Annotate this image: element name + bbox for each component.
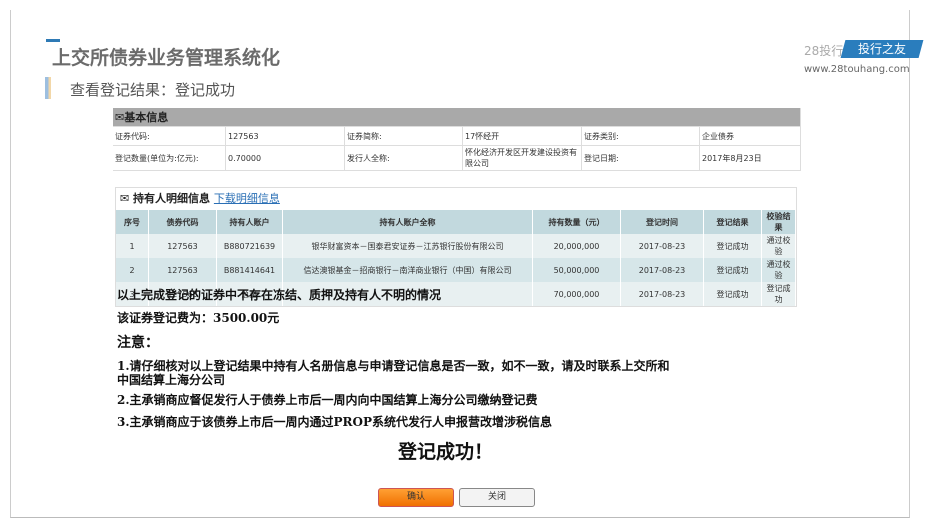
cell: 127563: [148, 234, 217, 258]
column-header: 校验结果: [761, 210, 796, 234]
label: 证券代码:: [113, 126, 226, 146]
subtitle-accent: [45, 77, 51, 99]
mail-icon: ✉: [115, 111, 125, 124]
logo-brand: 28投行: [804, 44, 844, 58]
label: 登记数量(单位为:亿元):: [113, 145, 226, 171]
cell: 银华财富资本－国泰君安证券－江苏银行股份有限公司: [282, 234, 533, 258]
download-details-link[interactable]: 下载明细信息: [214, 192, 280, 205]
notice-1-cont: 中国结算上海分公司: [117, 373, 226, 387]
cell: 信达澳银基金－招商银行－南洋商业银行（中国）有限公司: [282, 258, 533, 282]
cell: 登记成功: [703, 234, 762, 258]
notice-2: 2.主承销商应督促发行人于债券上市后一周内向中国结算上海分公司缴纳登记费: [117, 393, 538, 407]
cell: 通过校验: [761, 234, 796, 258]
column-header: 持有数量（元）: [532, 210, 621, 234]
cell: 通过校验: [761, 258, 796, 282]
close-button[interactable]: 关闭: [459, 488, 535, 507]
status-text: 以上完成登记的证券中不存在冻结、质押及持有人不明的情况: [117, 288, 442, 302]
cell: 50,000,000: [532, 258, 621, 282]
value: 17怀经开: [462, 126, 582, 146]
logo-tag-text: 投行之友: [857, 42, 906, 56]
cell: 20,000,000: [532, 234, 621, 258]
logo-url: www.28touhang.com: [804, 64, 910, 75]
cell: 70,000,000: [532, 282, 621, 306]
table-row: 登记数量(单位为:亿元): 0.70000 发行人全称: 怀化经济开发区开发建设投资…: [113, 145, 801, 171]
label: 证券类别:: [581, 126, 700, 146]
value: 企业债券: [699, 126, 801, 146]
page-subtitle: 查看登记结果：登记成功: [70, 81, 236, 99]
table-row: 2 127563 B881414641 信达澳银基金－招商银行－南洋商业银行（中国）有…: [116, 258, 796, 282]
basic-info-table: ✉基本信息 证券代码: 127563 证券简称: 17怀经开 证券类别: 企业债券 登…: [113, 108, 801, 171]
cell: 2017-08-23: [620, 234, 704, 258]
column-header: 登记结果: [703, 210, 762, 234]
cell: 127563: [148, 258, 217, 282]
label: 发行人全称:: [344, 145, 463, 171]
notice-3: 3.主承销商应于该债券上市后一周内通过PROP系统代发行人申报营改增涉税信息: [117, 415, 553, 429]
notice-heading: 注意：: [117, 335, 159, 351]
success-message: 登记成功！: [398, 441, 494, 463]
cell: B880721639: [216, 234, 283, 258]
fee-text: 该证券登记费为：3500.00元: [117, 311, 280, 325]
label: 登记日期:: [581, 145, 700, 171]
value: 0.70000: [225, 145, 345, 171]
cell: 登记成功: [761, 282, 796, 306]
value: 127563: [225, 126, 345, 146]
value: 2017年8月23日: [699, 145, 801, 171]
cell: 2: [116, 258, 149, 282]
page-title: 上交所债券业务管理系统化: [52, 47, 281, 69]
value: 怀化经济开发区开发建设投资有限公司: [462, 145, 582, 171]
label: 证券简称:: [344, 126, 463, 146]
cell: B881414641: [216, 258, 283, 282]
column-header: 登记时间: [620, 210, 704, 234]
table-row: 1 127563 B880721639 银华财富资本－国泰君安证券－江苏银行股份有限公…: [116, 234, 796, 258]
column-header: 持有人账户全称: [282, 210, 533, 234]
basic-info-header: ✉基本信息: [113, 108, 801, 127]
mail-icon: ✉: [120, 192, 134, 205]
confirm-button[interactable]: 确认: [378, 488, 454, 507]
cell: 登记成功: [703, 258, 762, 282]
column-header: 序号: [116, 210, 149, 234]
cell: 2017-08-23: [620, 258, 704, 282]
table-row: 证券代码: 127563 证券简称: 17怀经开 证券类别: 企业债券: [113, 126, 801, 146]
holder-info-title: 持有人明细信息: [133, 192, 211, 205]
basic-info-title: 基本信息: [124, 111, 169, 124]
cell: 2017-08-23: [620, 282, 704, 306]
title-accent: [46, 39, 60, 42]
column-header: 债券代码: [148, 210, 217, 234]
cell: 登记成功: [703, 282, 762, 306]
cell: 1: [116, 234, 149, 258]
column-header: 持有人账户: [216, 210, 283, 234]
logo-tag: 投行之友: [840, 40, 924, 58]
